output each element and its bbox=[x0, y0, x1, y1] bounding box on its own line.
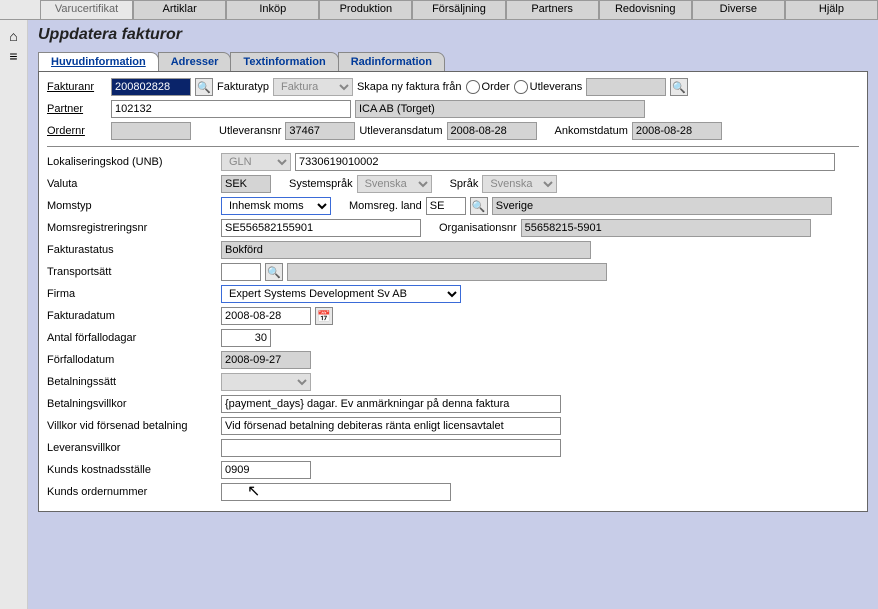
top-tab-hjalp[interactable]: Hjälp bbox=[785, 0, 878, 19]
search-icon[interactable]: 🔍 bbox=[195, 78, 213, 96]
villkor-forsenad-label: Villkor vid försenad betalning bbox=[47, 420, 217, 432]
top-tab-diverse[interactable]: Diverse bbox=[692, 0, 785, 19]
transportsatt-label: Transportsätt bbox=[47, 266, 217, 278]
top-menu-bar: Varucertifikat Artiklar Inköp Produktion… bbox=[0, 0, 878, 20]
utleverans-radio-label: Utleverans bbox=[530, 81, 583, 93]
transportsatt-field[interactable] bbox=[221, 263, 261, 281]
syssprak-select: Svenska bbox=[357, 175, 432, 193]
momsreg-land-name: Sverige bbox=[492, 197, 832, 215]
top-tab-varucertifikat[interactable]: Varucertifikat bbox=[40, 0, 133, 19]
ankomstdatum-label: Ankomstdatum bbox=[555, 125, 628, 137]
utleveransdatum-field: 2008-08-28 bbox=[447, 122, 537, 140]
momsreg-land-label: Momsreg. land bbox=[349, 200, 422, 212]
top-tab-inkop[interactable]: Inköp bbox=[226, 0, 319, 19]
cursor-icon: ↖ bbox=[247, 481, 260, 501]
forfallodatum-field: 2008-09-27 bbox=[221, 351, 311, 369]
search-icon[interactable]: 🔍 bbox=[470, 197, 488, 215]
lokkod-field[interactable] bbox=[295, 153, 835, 171]
fakturadatum-field[interactable] bbox=[221, 307, 311, 325]
left-rail: ⌂ ≡ bbox=[0, 20, 28, 609]
utleveransnr-field: 37467 bbox=[285, 122, 355, 140]
utleverans-radio[interactable] bbox=[514, 80, 528, 94]
order-radio-label: Order bbox=[482, 81, 510, 93]
partner-label: Partner bbox=[47, 103, 107, 115]
sub-tab-bar: Huvudinformation Adresser Textinformatio… bbox=[38, 52, 868, 71]
page-title: Uppdatera fakturor bbox=[38, 26, 868, 44]
home-icon[interactable]: ⌂ bbox=[0, 28, 27, 44]
ankomstdatum-field: 2008-08-28 bbox=[632, 122, 722, 140]
top-tab-produktion[interactable]: Produktion bbox=[319, 0, 412, 19]
valuta-label: Valuta bbox=[47, 178, 217, 190]
kunds-kost-field[interactable] bbox=[221, 461, 311, 479]
ordernr-field bbox=[111, 122, 191, 140]
valuta-field: SEK bbox=[221, 175, 271, 193]
firma-label: Firma bbox=[47, 288, 217, 300]
syssprak-label: Systemspråk bbox=[289, 178, 353, 190]
fakturatyp-label: Fakturatyp bbox=[217, 81, 269, 93]
leveransvillkor-field[interactable] bbox=[221, 439, 561, 457]
tab-textinformation[interactable]: Textinformation bbox=[230, 52, 338, 71]
top-tab-forsaljning[interactable]: Försäljning bbox=[412, 0, 505, 19]
firma-select[interactable]: Expert Systems Development Sv AB bbox=[221, 285, 461, 303]
betalningssatt-label: Betalningssätt bbox=[47, 376, 217, 388]
tab-huvudinformation[interactable]: Huvudinformation bbox=[38, 52, 159, 71]
ordernr-label: Ordernr bbox=[47, 125, 107, 137]
kunds-ordernr-label: Kunds ordernummer bbox=[47, 486, 217, 498]
skapa-label: Skapa ny faktura från bbox=[357, 81, 462, 93]
top-tab-redovisning[interactable]: Redovisning bbox=[599, 0, 692, 19]
lokkod-type-select: GLN bbox=[221, 153, 291, 171]
utleveransdatum-label: Utleveransdatum bbox=[359, 125, 442, 137]
skapa-value-field bbox=[586, 78, 666, 96]
top-tab-artiklar[interactable]: Artiklar bbox=[133, 0, 226, 19]
top-tab-partners[interactable]: Partners bbox=[506, 0, 599, 19]
sprak-select: Svenska bbox=[482, 175, 557, 193]
antal-ff-field[interactable] bbox=[221, 329, 271, 347]
villkor-forsenad-field[interactable] bbox=[221, 417, 561, 435]
fakturanr-label: Fakturanr bbox=[47, 81, 107, 93]
sprak-label: Språk bbox=[450, 178, 479, 190]
tab-adresser[interactable]: Adresser bbox=[158, 52, 232, 71]
betalningsvillkor-label: Betalningsvillkor bbox=[47, 398, 217, 410]
leveransvillkor-label: Leveransvillkor bbox=[47, 442, 217, 454]
fakturadatum-label: Fakturadatum bbox=[47, 310, 217, 322]
partner-id-field[interactable] bbox=[111, 100, 351, 118]
orgnr-label: Organisationsnr bbox=[439, 222, 517, 234]
forfallodatum-label: Förfallodatum bbox=[47, 354, 217, 366]
momstyp-label: Momstyp bbox=[47, 200, 217, 212]
utleveransnr-label: Utleveransnr bbox=[219, 125, 281, 137]
calendar-icon[interactable]: 📅 bbox=[315, 307, 333, 325]
momsreg-land-field[interactable] bbox=[426, 197, 466, 215]
betalningssatt-select bbox=[221, 373, 311, 391]
kunds-kost-label: Kunds kostnadsställe bbox=[47, 464, 217, 476]
search-icon[interactable]: 🔍 bbox=[670, 78, 688, 96]
orgnr-field: 55658215-5901 bbox=[521, 219, 811, 237]
list-icon[interactable]: ≡ bbox=[0, 48, 27, 64]
momsregnr-field[interactable] bbox=[221, 219, 421, 237]
tab-radinformation[interactable]: Radinformation bbox=[338, 52, 445, 71]
transportsatt-name bbox=[287, 263, 607, 281]
lokkod-label: Lokaliseringskod (UNB) bbox=[47, 156, 217, 168]
fakturastatus-label: Fakturastatus bbox=[47, 244, 217, 256]
fakturatyp-select: Faktura bbox=[273, 78, 353, 96]
fakturanr-field[interactable]: 200802828 bbox=[111, 78, 191, 96]
antal-ff-label: Antal förfallodagar bbox=[47, 332, 217, 344]
order-radio[interactable] bbox=[466, 80, 480, 94]
header-panel: Fakturanr 200802828 🔍 Fakturatyp Faktura… bbox=[38, 71, 868, 512]
search-icon[interactable]: 🔍 bbox=[265, 263, 283, 281]
partner-name-field: ICA AB (Torget) bbox=[355, 100, 645, 118]
momstyp-select[interactable]: Inhemsk moms bbox=[221, 197, 331, 215]
momsregnr-label: Momsregistreringsnr bbox=[47, 222, 217, 234]
fakturastatus-field: Bokförd bbox=[221, 241, 591, 259]
betalningsvillkor-field[interactable] bbox=[221, 395, 561, 413]
